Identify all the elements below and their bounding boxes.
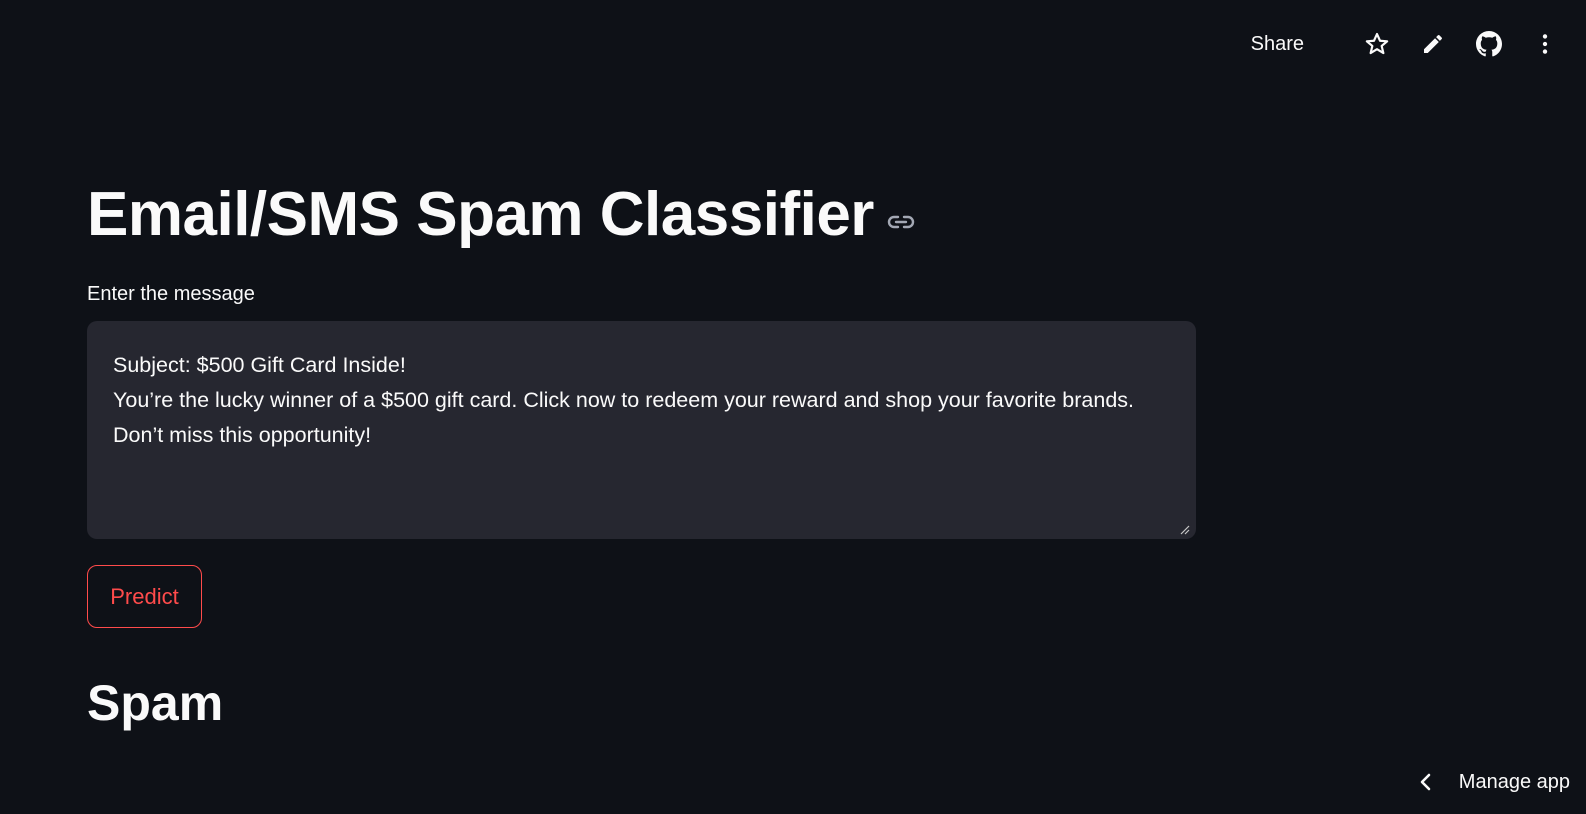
prediction-result: Spam	[87, 675, 224, 731]
share-button[interactable]: Share	[1251, 33, 1304, 56]
chevron-left-icon	[1419, 772, 1433, 792]
predict-button[interactable]: Predict	[87, 565, 202, 628]
star-icon[interactable]	[1364, 31, 1390, 57]
message-textarea-container: Subject: $500 Gift Card Inside! You’re t…	[87, 321, 1196, 539]
message-input-label: Enter the message	[87, 283, 255, 305]
more-vert-icon[interactable]	[1532, 31, 1558, 57]
manage-app-button[interactable]: Manage app	[1419, 764, 1570, 800]
github-icon[interactable]	[1476, 31, 1502, 57]
main-content: Email/SMS Spam Classifier Enter the mess…	[87, 170, 1197, 728]
pencil-icon[interactable]	[1420, 31, 1446, 57]
page-title: Email/SMS Spam Classifier	[87, 180, 874, 249]
app-toolbar: Share	[1251, 24, 1558, 64]
resize-handle-icon[interactable]	[1178, 522, 1190, 535]
message-textarea[interactable]: Subject: $500 Gift Card Inside! You’re t…	[87, 321, 1196, 539]
title-row: Email/SMS Spam Classifier	[87, 170, 1197, 260]
manage-app-label: Manage app	[1458, 770, 1570, 793]
link-anchor-icon[interactable]	[886, 213, 916, 231]
